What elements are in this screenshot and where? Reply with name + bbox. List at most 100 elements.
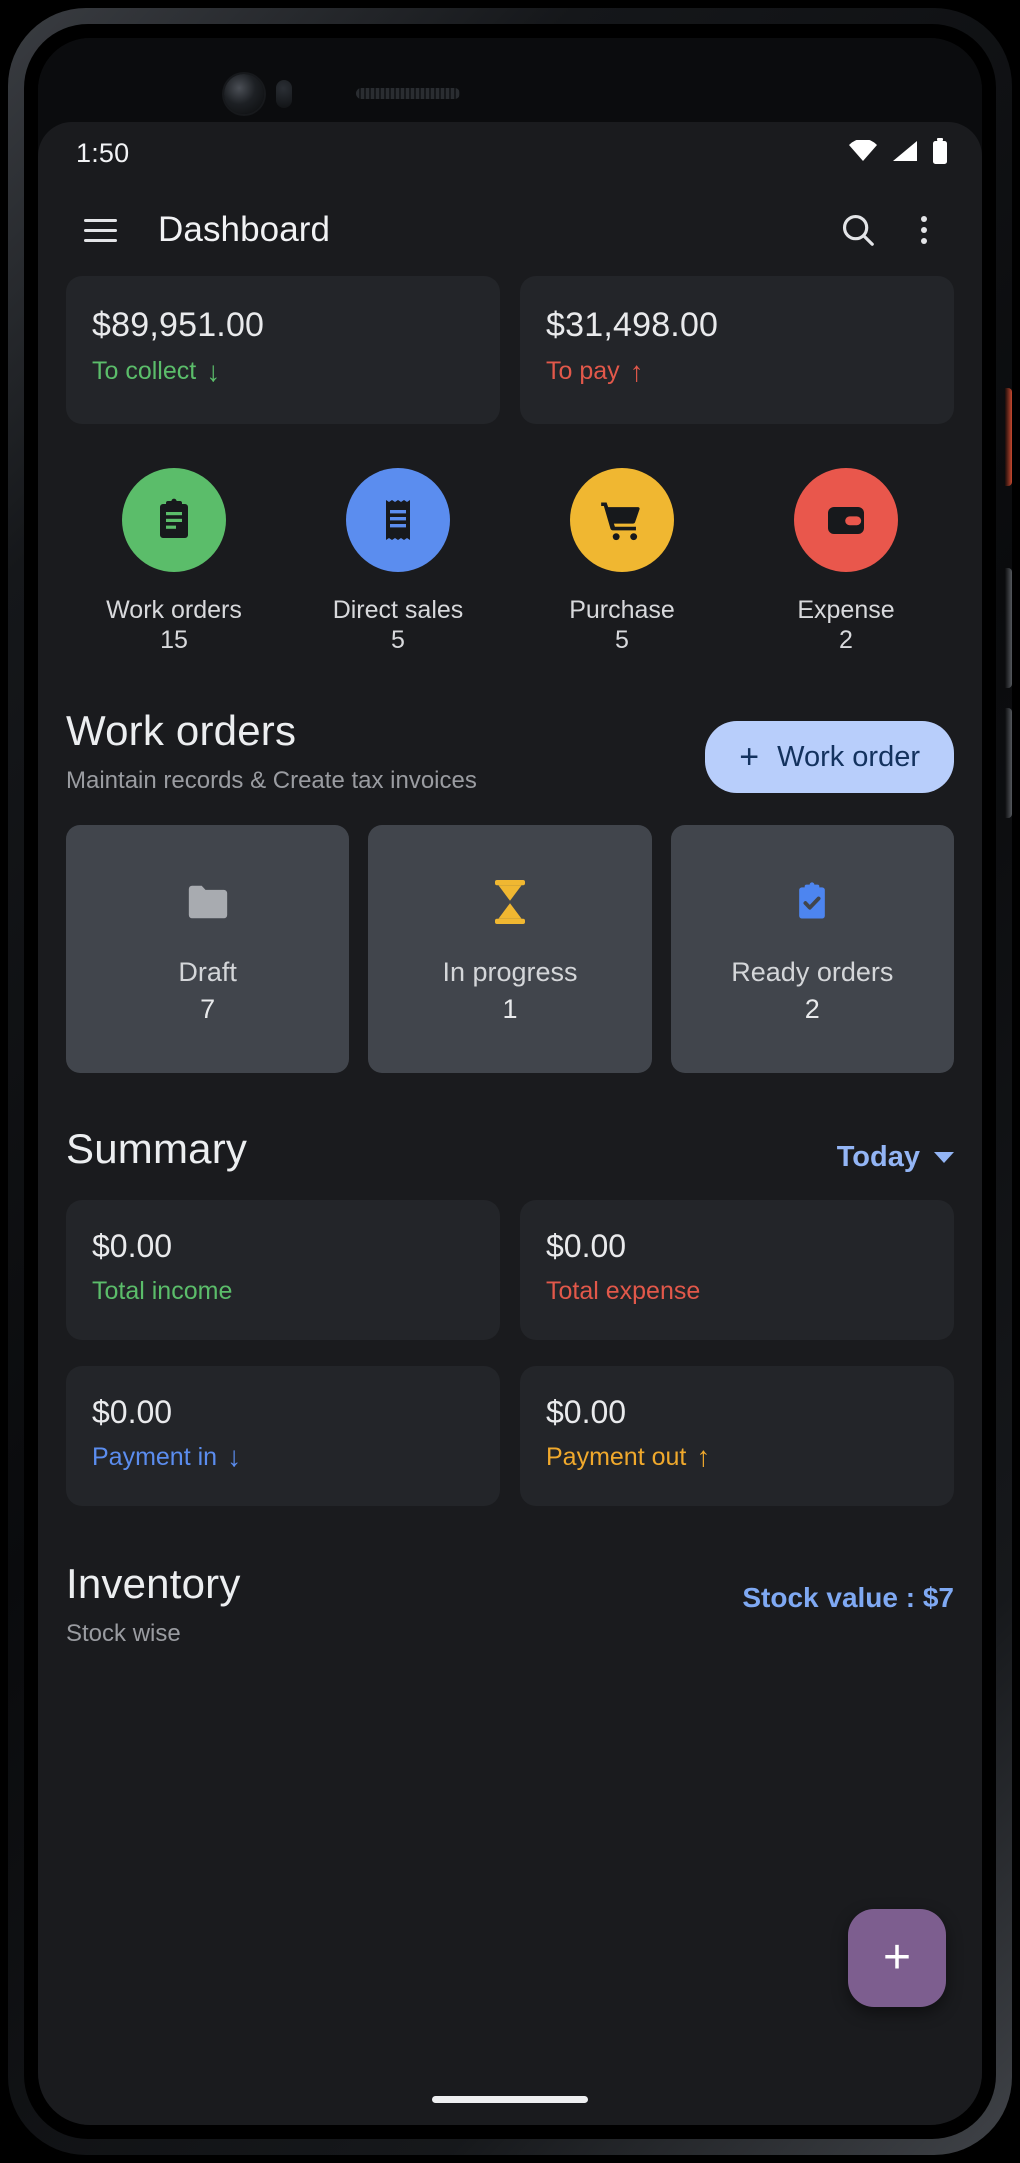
add-work-order-label: Work order [777,740,920,773]
quick-action-expense[interactable]: Expense 2 [734,468,958,655]
inventory-section-header: Inventory Stock wise Stock value : $7 [38,1506,982,1650]
phone-frame: 1:50 Dashboard $89,951.00 To collect ↓ $… [8,8,1012,2155]
more-vertical-icon[interactable] [894,200,954,260]
clipboard-icon [160,498,188,538]
summary-period-value: Today [836,1140,920,1173]
tile-label: In progress [442,956,578,987]
summary-section-header: Summary Today [38,1073,982,1174]
to-pay-label: To pay [546,357,620,385]
purchase-circle [570,468,674,572]
page-title: Dashboard [158,210,331,249]
summary-title: Summary [66,1125,248,1173]
add-work-order-button[interactable]: + Work order [705,721,954,793]
folder-icon [185,873,231,931]
summary-row-2: $0.00 Payment in ↓ $0.00 Payment out ↑ [38,1340,982,1506]
inventory-title: Inventory [66,1559,241,1607]
clipboard-check-icon [790,873,834,931]
direct-sales-circle [346,468,450,572]
volume-up-button[interactable] [1005,568,1012,688]
payment-out-amount: $0.00 [546,1393,627,1430]
to-collect-amount: $89,951.00 [92,306,265,344]
arrow-up-icon: ↑ [696,1441,711,1473]
signal-icon [891,140,919,167]
quick-action-label: Work orders [106,596,242,624]
tile-ready-orders[interactable]: Ready orders 2 [670,824,954,1073]
inventory-heading-group: Inventory Stock wise [66,1560,241,1650]
work-order-status-tiles: Draft 7 In progress 1 Ready orders 2 [38,797,982,1073]
arrow-down-icon: ↓ [206,355,221,387]
tile-in-progress[interactable]: In progress 1 [368,824,652,1073]
payment-out-label: Payment out [546,1442,687,1471]
work-orders-subtitle: Maintain records & Create tax invoices [66,767,477,794]
quick-action-label: Direct sales [332,596,464,624]
tile-count: 1 [502,993,518,1024]
app-surface: 1:50 Dashboard $89,951.00 To collect ↓ $… [38,122,982,2125]
to-collect-label-group: To collect ↓ [92,357,474,386]
phone-bezel: 1:50 Dashboard $89,951.00 To collect ↓ $… [24,24,996,2139]
payment-in-card[interactable]: $0.00 Payment in ↓ [66,1365,500,1506]
add-fab-button[interactable]: + [848,1909,946,2007]
total-income-amount: $0.00 [92,1227,173,1264]
phone-screen: 1:50 Dashboard $89,951.00 To collect ↓ $… [38,38,982,2125]
quick-action-work-orders[interactable]: Work orders 15 [62,468,286,655]
battery-icon [932,137,948,169]
status-bar: 1:50 [38,122,982,184]
payment-out-card[interactable]: $0.00 Payment out ↑ [520,1365,954,1506]
total-expense-card[interactable]: $0.00 Total expense [520,1199,954,1340]
total-expense-label: Total expense [546,1276,701,1305]
status-time: 1:50 [76,137,130,168]
to-collect-card[interactable]: $89,951.00 To collect ↓ [66,276,500,424]
inventory-stock-value: Stock value : $7 [742,1581,954,1613]
work-orders-title: Work orders [66,707,297,754]
work-orders-section-header: Work orders Maintain records & Create ta… [38,655,982,797]
total-expense-amount: $0.00 [546,1227,627,1264]
earpiece-speaker [356,88,460,99]
quick-action-label: Purchase [569,596,675,624]
quick-action-count: 15 [160,626,188,654]
tile-label: Ready orders [731,956,894,987]
total-expense-label-group: Total expense [546,1277,928,1306]
to-pay-card[interactable]: $31,498.00 To pay ↑ [520,276,954,424]
to-pay-amount: $31,498.00 [546,306,719,344]
status-icons [848,137,948,169]
power-button[interactable] [1005,388,1012,486]
summary-period-dropdown[interactable]: Today [837,1125,954,1174]
arrow-up-icon: ↑ [629,355,644,387]
summary-row-1: $0.00 Total income $0.00 Total expense [38,1174,982,1340]
shopping-cart-icon [601,502,640,541]
arrow-down-icon: ↓ [227,1441,242,1473]
tile-draft[interactable]: Draft 7 [66,824,350,1073]
tile-count: 2 [804,993,820,1024]
quick-action-direct-sales[interactable]: Direct sales 5 [286,468,510,655]
quick-action-count: 2 [839,626,853,654]
app-bar: Dashboard [38,184,982,276]
payment-in-label-group: Payment in ↓ [92,1443,474,1472]
sensor-icon [276,80,292,108]
chevron-down-icon [934,1151,954,1163]
quick-action-purchase[interactable]: Purchase 5 [510,468,734,655]
hamburger-menu-icon[interactable] [70,200,130,260]
payment-in-label: Payment in [92,1442,218,1471]
tile-count: 7 [200,993,216,1024]
work-orders-circle [122,468,226,572]
work-orders-heading-group: Work orders Maintain records & Create ta… [66,707,477,797]
quick-action-count: 5 [615,626,629,654]
tile-label: Draft [178,956,237,987]
inventory-subtitle: Stock wise [66,1619,181,1647]
quick-action-count: 5 [391,626,405,654]
home-indicator[interactable] [432,2096,588,2103]
plus-icon: + [882,1931,912,1984]
money-card-row: $89,951.00 To collect ↓ $31,498.00 To pa… [38,276,982,424]
search-icon[interactable] [828,200,888,260]
expense-circle [794,468,898,572]
dashboard-content: $89,951.00 To collect ↓ $31,498.00 To pa… [38,276,982,2125]
payment-in-amount: $0.00 [92,1393,173,1430]
hourglass-icon [490,873,530,931]
wifi-icon [848,138,878,167]
volume-down-button[interactable] [1005,708,1012,818]
total-income-label-group: Total income [92,1277,474,1306]
total-income-card[interactable]: $0.00 Total income [66,1199,500,1340]
quick-action-label: Expense [797,596,895,624]
receipt-icon [386,500,410,540]
plus-icon: + [739,738,760,776]
